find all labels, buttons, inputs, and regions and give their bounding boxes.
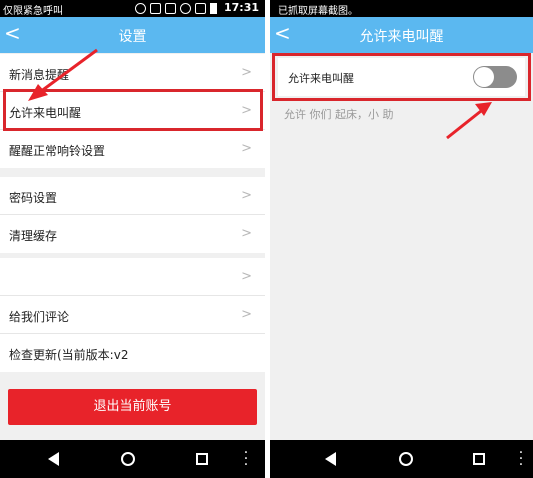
annotation-arrows xyxy=(28,48,492,140)
annotation-arrow-right xyxy=(446,102,492,140)
annotation-arrow-left xyxy=(28,48,98,101)
